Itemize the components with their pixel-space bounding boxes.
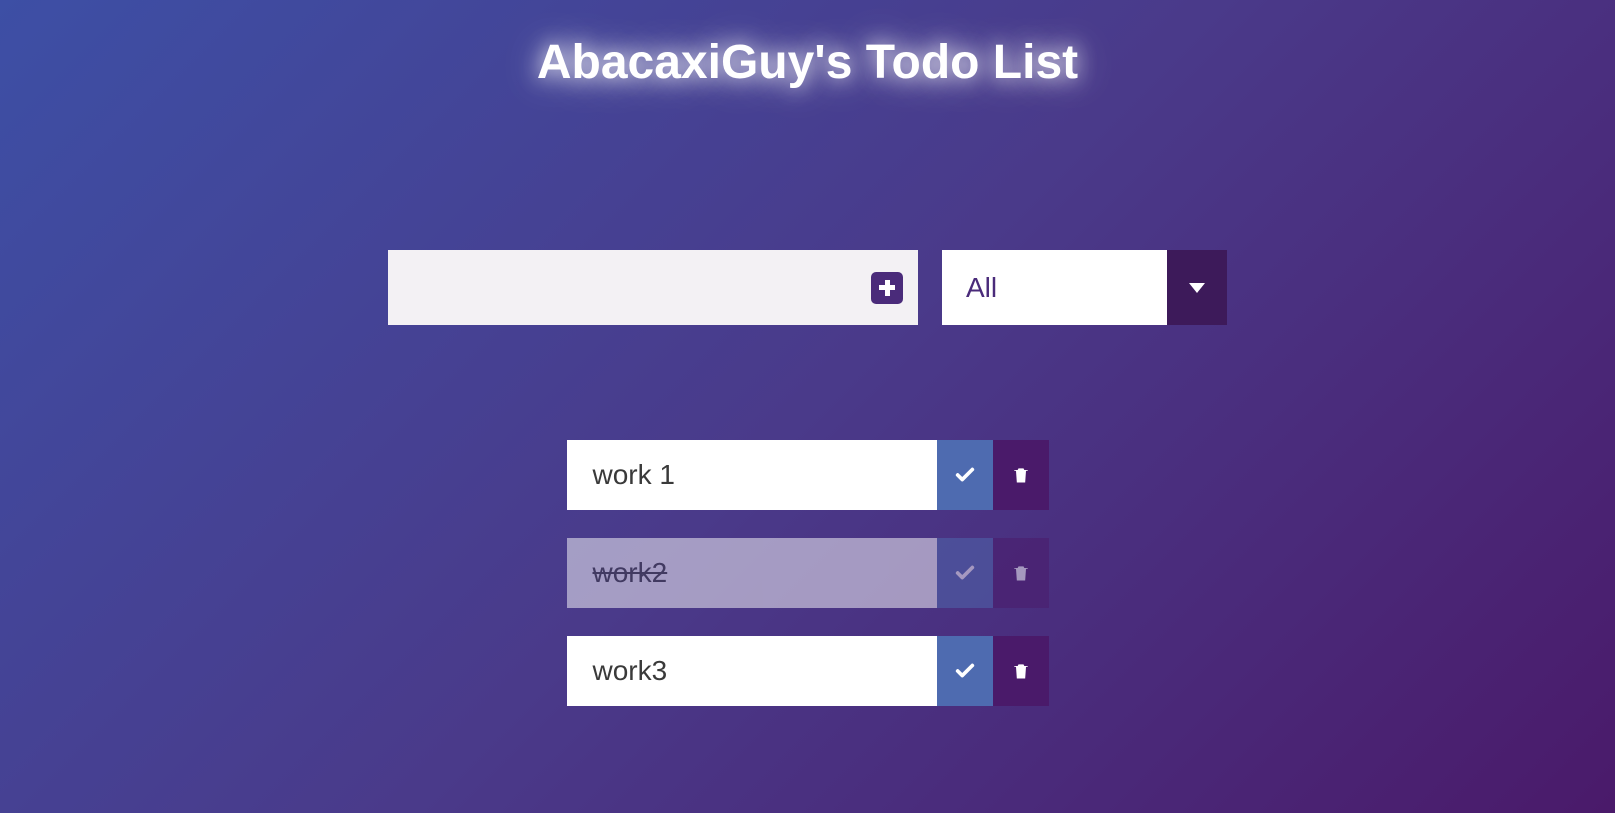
complete-button[interactable]	[937, 636, 993, 706]
input-row: All	[388, 250, 1227, 325]
plus-icon	[871, 272, 903, 304]
complete-button[interactable]	[937, 440, 993, 510]
check-icon	[954, 660, 976, 682]
delete-button[interactable]	[993, 636, 1049, 706]
add-button[interactable]	[856, 250, 918, 325]
todo-list: work 1 work2 work3	[567, 440, 1049, 706]
filter-selected-label: All	[942, 250, 1167, 325]
check-icon	[954, 562, 976, 584]
trash-icon	[1011, 660, 1031, 682]
todo-label: work 1	[567, 440, 937, 510]
todo-item: work 1	[567, 440, 1049, 510]
complete-button[interactable]	[937, 538, 993, 608]
filter-select[interactable]: All	[942, 250, 1227, 325]
todo-item: work2	[567, 538, 1049, 608]
check-icon	[954, 464, 976, 486]
filter-arrow-button[interactable]	[1167, 250, 1227, 325]
trash-icon	[1011, 562, 1031, 584]
chevron-down-icon	[1189, 283, 1205, 293]
todo-label: work2	[567, 538, 937, 608]
todo-label: work3	[567, 636, 937, 706]
trash-icon	[1011, 464, 1031, 486]
delete-button[interactable]	[993, 440, 1049, 510]
todo-input[interactable]	[388, 250, 856, 325]
delete-button[interactable]	[993, 538, 1049, 608]
todo-input-wrap	[388, 250, 918, 325]
page-title: AbacaxiGuy's Todo List	[537, 35, 1078, 90]
todo-item: work3	[567, 636, 1049, 706]
